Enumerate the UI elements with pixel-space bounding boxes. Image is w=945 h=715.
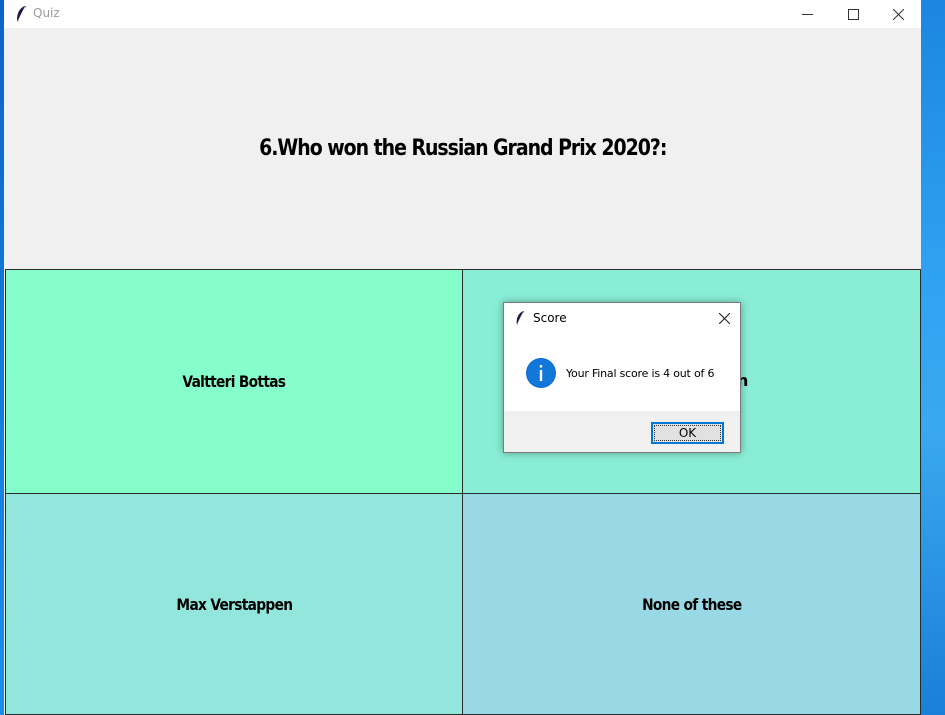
minimize-button[interactable] [784,0,830,28]
desktop-background-edge [921,0,945,715]
close-icon [892,8,904,20]
feather-icon [17,6,26,22]
question-panel: 6.Who won the Russian Grand Prix 2020?: [4,28,921,269]
maximize-icon [847,8,859,20]
dialog-body: Your Final score is 4 out of 6 [504,333,740,411]
dialog-footer: OK [504,411,740,452]
question-text: 6.Who won the Russian Grand Prix 2020?: [258,136,667,161]
window-title: Quiz [33,6,60,20]
ok-button[interactable]: OK [651,422,724,444]
feather-icon [516,311,525,325]
option-button-4[interactable]: None of these [462,493,921,715]
info-icon [526,358,556,388]
option-button-3[interactable]: Max Verstappen [5,493,463,715]
quiz-window: Quiz 6.Who won the Russian Grand Prix 20… [4,0,921,715]
close-icon [718,312,730,324]
option-label: Max Verstappen [176,594,293,614]
title-bar[interactable]: Quiz [4,0,921,28]
dialog-message: Your Final score is 4 out of 6 [566,367,715,380]
dialog-title-bar[interactable]: Score [504,303,740,333]
maximize-button[interactable] [830,0,876,28]
minimize-icon [801,13,813,15]
close-button[interactable] [875,0,921,28]
option-label: Valtteri Bottas [182,372,287,391]
option-button-1[interactable]: Valtteri Bottas [5,269,463,494]
dialog-close-button[interactable] [712,307,736,329]
option-label: None of these [641,594,742,614]
score-dialog: Score Your Final score is 4 out of 6 OK [503,302,741,453]
dialog-title: Score [533,311,567,325]
